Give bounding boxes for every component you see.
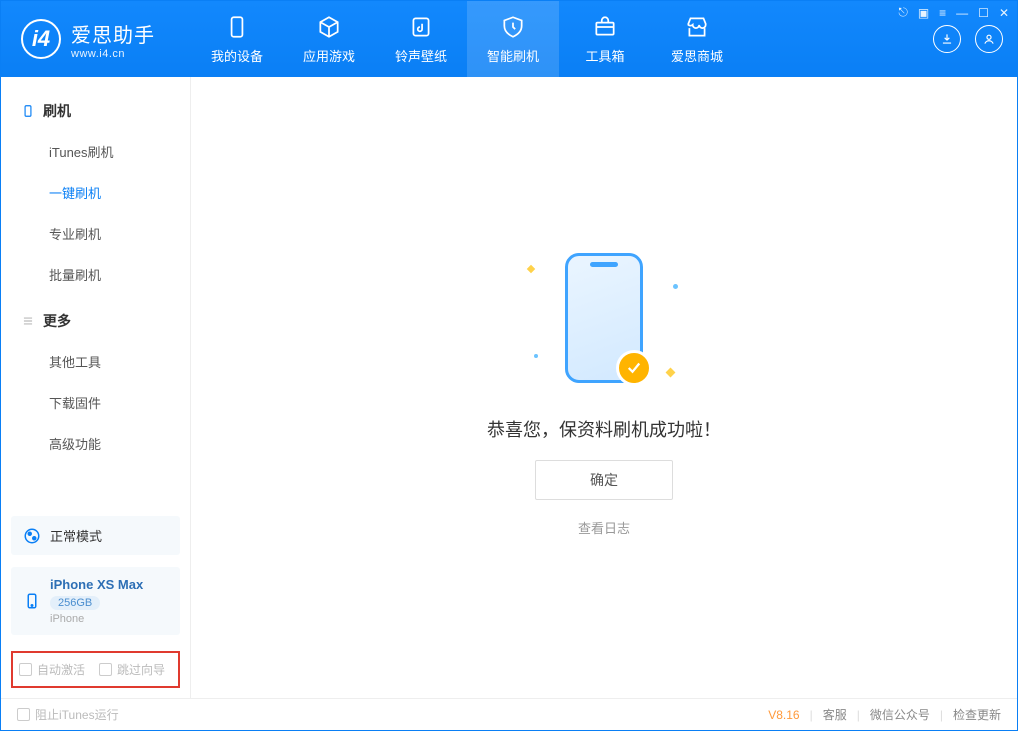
nav-item-pro-flash[interactable]: 专业刷机 [1,213,190,254]
nav-group-flash: 刷机 iTunes刷机 一键刷机 专业刷机 批量刷机 [1,91,190,295]
system-buttons: ⎋ ▣ ≡ — ☐ ✕ [898,5,1009,20]
device-icon [224,14,250,40]
app-name-zh: 爱思助手 [71,19,155,48]
logo-text: 爱思助手 www.i4.cn [71,19,155,60]
logo-icon: i4 [21,19,61,59]
shield-icon [500,14,526,40]
phone-icon [21,104,35,118]
sparkle-icon [673,284,678,289]
sparkle-icon [534,354,538,358]
cube-icon [316,14,342,40]
checkbox-icon [19,663,32,676]
options-row: 自动激活 跳过向导 [11,651,180,688]
nav-item-itunes-flash[interactable]: iTunes刷机 [1,131,190,172]
nav-group-title: 更多 [43,311,71,331]
sparkle-icon [527,265,535,273]
download-icon [940,32,954,46]
footer-link-support[interactable]: 客服 [823,706,847,723]
list-icon [21,314,35,328]
tab-smart-flash[interactable]: 智能刷机 [467,1,559,77]
check-icon [625,359,643,377]
tab-label: 铃声壁纸 [395,46,447,65]
nav-item-batch-flash[interactable]: 批量刷机 [1,254,190,295]
nav-item-download-firmware[interactable]: 下载固件 [1,382,190,423]
success-illustration [504,238,704,398]
main-tabs: 我的设备 应用游戏 铃声壁纸 智能刷机 工具箱 爱思商城 [191,1,743,77]
nav-item-other-tools[interactable]: 其他工具 [1,341,190,382]
nav-group-more: 更多 其他工具 下载固件 高级功能 [1,301,190,464]
user-button[interactable] [975,25,1003,53]
device-name: iPhone XS Max [50,577,143,592]
header: ⎋ ▣ ≡ — ☐ ✕ i4 爱思助手 www.i4.cn 我的设备 应用游戏 [1,1,1017,77]
music-icon [408,14,434,40]
nav: 刷机 iTunes刷机 一键刷机 专业刷机 批量刷机 更多 其他工具 下载固件 … [1,77,190,484]
sidebar: 刷机 iTunes刷机 一键刷机 专业刷机 批量刷机 更多 其他工具 下载固件 … [1,77,191,698]
tab-toolbox[interactable]: 工具箱 [559,1,651,77]
checkbox-label: 阻止iTunes运行 [35,706,119,723]
version-label: V8.16 [768,708,799,722]
checkbox-label: 自动激活 [37,661,85,678]
tab-apps-games[interactable]: 应用游戏 [283,1,375,77]
maximize-button[interactable]: ☐ [978,6,989,20]
sparkle-icon [666,368,676,378]
tab-label: 应用游戏 [303,46,355,65]
tab-store[interactable]: 爱思商城 [651,1,743,77]
toolbox-icon [592,14,618,40]
store-icon [684,14,710,40]
tab-label: 工具箱 [585,46,624,65]
footer-link-update[interactable]: 检查更新 [953,706,1001,723]
nav-group-flash-head: 刷机 [1,91,190,131]
logo: i4 爱思助手 www.i4.cn [1,1,191,77]
nav-item-oneclick-flash[interactable]: 一键刷机 [1,172,190,213]
device-info-card[interactable]: iPhone XS Max 256GB iPhone [11,567,180,635]
checkbox-block-itunes[interactable]: 阻止iTunes运行 [17,706,119,723]
separator: | [940,708,943,722]
main-content: 恭喜您，保资料刷机成功啦！ 确定 查看日志 [191,77,1017,698]
checkbox-skip-guide[interactable]: 跳过向导 [99,661,165,678]
menu-icon[interactable]: ≡ [939,6,946,20]
nav-group-more-head: 更多 [1,301,190,341]
tab-label: 我的设备 [211,46,263,65]
checkbox-label: 跳过向导 [117,661,165,678]
device-mode-label: 正常模式 [50,526,102,545]
view-log-link[interactable]: 查看日志 [578,518,630,537]
body: 刷机 iTunes刷机 一键刷机 专业刷机 批量刷机 更多 其他工具 下载固件 … [1,77,1017,698]
footer-link-wechat[interactable]: 微信公众号 [870,706,930,723]
device-mode-card[interactable]: 正常模式 [11,516,180,555]
settings-icon[interactable]: ▣ [918,6,929,20]
phone-icon [23,592,41,610]
device-info-text: iPhone XS Max 256GB iPhone [50,577,143,625]
ok-button[interactable]: 确定 [535,460,673,500]
tab-label: 爱思商城 [671,46,723,65]
status-icon [23,527,41,545]
checkbox-auto-activate[interactable]: 自动激活 [19,661,85,678]
device-type: iPhone [50,613,143,625]
checkbox-icon [17,708,30,721]
footer-right: V8.16 | 客服 | 微信公众号 | 检查更新 [768,706,1001,723]
app-name-en: www.i4.cn [71,48,155,60]
close-button[interactable]: ✕ [999,6,1009,20]
app-window: ⎋ ▣ ≡ — ☐ ✕ i4 爱思助手 www.i4.cn 我的设备 应用游戏 [0,0,1018,731]
tshirt-icon[interactable]: ⎋ [898,5,908,20]
separator: | [810,708,813,722]
footer: 阻止iTunes运行 V8.16 | 客服 | 微信公众号 | 检查更新 [1,698,1017,730]
nav-item-advanced[interactable]: 高级功能 [1,423,190,464]
user-icon [982,32,996,46]
check-badge-icon [616,350,652,386]
download-button[interactable] [933,25,961,53]
separator: | [857,708,860,722]
device-capacity: 256GB [50,596,100,610]
tab-ringtones[interactable]: 铃声壁纸 [375,1,467,77]
nav-group-title: 刷机 [43,101,71,121]
checkbox-icon [99,663,112,676]
success-message: 恭喜您，保资料刷机成功啦！ [487,416,721,442]
minimize-button[interactable]: — [956,6,968,20]
tab-my-device[interactable]: 我的设备 [191,1,283,77]
phone-illustration [565,253,643,383]
tab-label: 智能刷机 [487,46,539,65]
